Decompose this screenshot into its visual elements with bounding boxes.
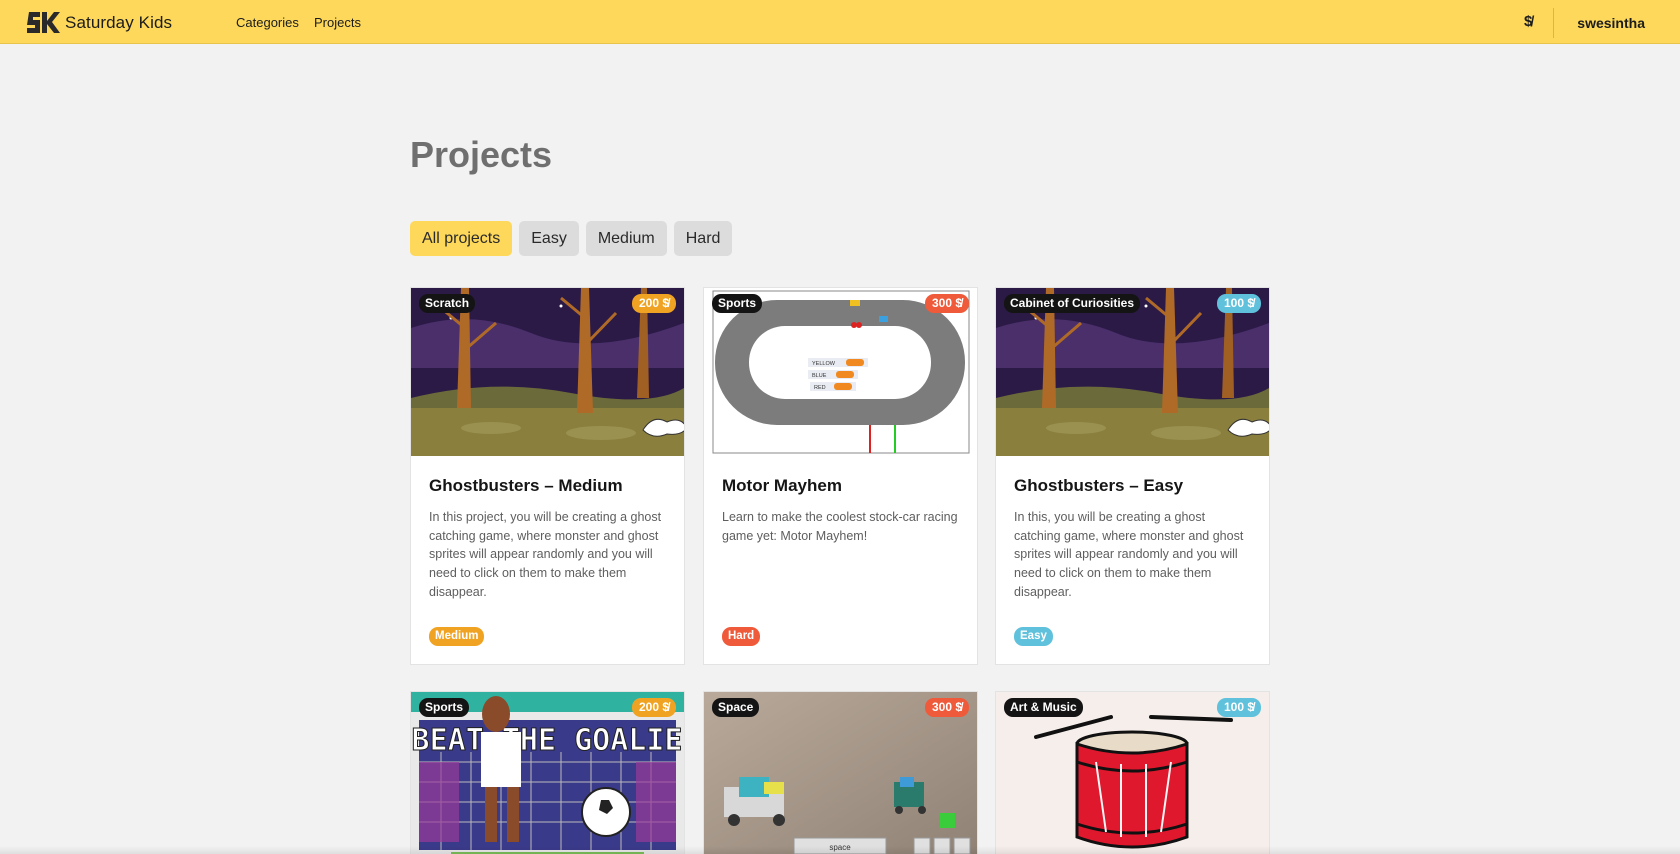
thumbnail-text: BEAT THE GOALIE — [412, 723, 683, 758]
project-thumbnail: YELLOW BLUE RED Sports 300 $̸ — [704, 288, 977, 456]
level-tag: Easy — [1014, 627, 1053, 646]
brand-link[interactable]: Saturday Kids — [26, 9, 172, 36]
category-tag: Scratch — [419, 294, 476, 313]
project-card[interactable]: space Space 300 $̸ — [703, 691, 978, 854]
project-card[interactable]: Cabinet of Curiosities 100 $̸ Ghostbuste… — [995, 287, 1270, 665]
category-tag: Space — [712, 698, 760, 717]
price-tag: 200 $̸ — [631, 698, 676, 717]
project-thumbnail: Art & Music 100 $̸ — [996, 692, 1269, 854]
nav-categories-link[interactable]: Categories — [236, 15, 299, 30]
track-label-blue: BLUE — [812, 373, 827, 379]
price-tag: 100 $̸ — [1216, 698, 1261, 717]
project-thumbnail: BEAT THE GOALIE Sports 200 $̸ — [411, 692, 684, 854]
project-thumbnail: space Space 300 $̸ — [704, 692, 977, 854]
price-tag: 200 $̸ — [631, 294, 676, 313]
price-tag: 300 $̸ — [924, 698, 969, 717]
project-title[interactable]: Ghostbusters – Easy — [1014, 476, 1251, 496]
window-bottom-shadow — [0, 846, 1680, 854]
top-navbar: Saturday Kids Categories Projects $̸ swe… — [0, 0, 1680, 44]
card-body: Ghostbusters – Medium In this project, y… — [411, 456, 684, 664]
project-card[interactable]: YELLOW BLUE RED Sports 300 $̸ Motor Mayh… — [703, 287, 978, 665]
track-label-yellow: YELLOW — [812, 361, 836, 367]
coin-icon[interactable]: $̸ — [1524, 13, 1532, 30]
project-title[interactable]: Ghostbusters – Medium — [429, 476, 666, 496]
difficulty-filters: All projects Easy Medium Hard — [410, 221, 733, 256]
category-tag: Sports — [419, 698, 470, 717]
brand-name: Saturday Kids — [65, 12, 173, 32]
project-card[interactable]: BEAT THE GOALIE Sports 200 $̸ — [410, 691, 685, 854]
forest-scene-image — [411, 288, 684, 456]
project-description: In this, you will be creating a ghost ca… — [1014, 510, 1244, 599]
project-thumbnail: Cabinet of Curiosities 100 $̸ — [996, 288, 1269, 456]
level-tag: Medium — [429, 627, 485, 646]
card-body: Ghostbusters – Easy In this, you will be… — [996, 456, 1269, 664]
page-title: Projects — [410, 134, 553, 175]
nav-projects-link[interactable]: Projects — [314, 15, 361, 30]
navbar-divider — [1553, 8, 1554, 38]
project-description: In this project, you will be creating a … — [429, 510, 662, 599]
forest-scene-image — [996, 288, 1269, 456]
filter-easy[interactable]: Easy — [519, 221, 579, 256]
card-body: Motor Mayhem Learn to make the coolest s… — [704, 456, 977, 664]
level-tag: Hard — [722, 627, 761, 646]
price-tag: 300 $̸ — [924, 294, 969, 313]
filter-all-projects[interactable]: All projects — [410, 221, 513, 256]
category-tag: Sports — [712, 294, 763, 313]
user-menu[interactable]: swesintha — [1577, 15, 1645, 31]
filter-hard[interactable]: Hard — [673, 221, 733, 256]
project-card[interactable]: Art & Music 100 $̸ — [995, 691, 1270, 854]
project-card[interactable]: Scratch 200 $̸ Ghostbusters – Medium In … — [410, 287, 685, 665]
project-thumbnail: Scratch 200 $̸ — [411, 288, 684, 456]
saturday-kids-logo-icon — [27, 12, 60, 33]
category-tag: Art & Music — [1004, 698, 1083, 717]
category-tag: Cabinet of Curiosities — [1004, 294, 1141, 313]
project-description: Learn to make the coolest stock-car raci… — [722, 510, 958, 543]
race-track-image: YELLOW BLUE RED — [704, 288, 977, 456]
project-title[interactable]: Motor Mayhem — [722, 476, 959, 496]
track-label-red: RED — [814, 385, 826, 391]
price-tag: 100 $̸ — [1216, 294, 1261, 313]
filter-medium[interactable]: Medium — [585, 221, 667, 256]
